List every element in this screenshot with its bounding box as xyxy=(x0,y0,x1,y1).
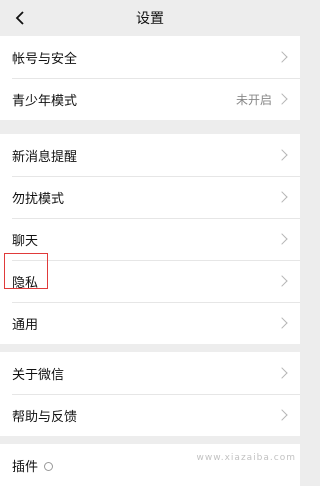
chevron-right-icon xyxy=(276,51,288,63)
settings-item-general[interactable]: 通用 xyxy=(0,302,300,344)
settings-item-label: 隐私 xyxy=(12,275,39,291)
navigation-bar: 设置 xyxy=(0,0,300,36)
settings-item-label: 青少年模式 xyxy=(12,93,78,109)
settings-item-chat[interactable]: 聊天 xyxy=(0,218,300,260)
settings-item-label: 通用 xyxy=(12,317,39,333)
chevron-right-icon xyxy=(276,233,288,245)
page-title: 设置 xyxy=(136,11,164,27)
settings-item-plugins[interactable]: 插件 xyxy=(0,444,300,486)
settings-item-label: 新消息提醒 xyxy=(12,149,78,165)
watermark: www.xiazaiba.com xyxy=(196,453,296,463)
settings-item-notifications[interactable]: 新消息提醒 xyxy=(0,134,300,176)
settings-item-label: 勿扰模式 xyxy=(12,191,65,207)
chevron-right-icon xyxy=(276,191,288,203)
settings-item-label: 帐号与安全 xyxy=(12,51,78,67)
settings-group-plugins: 插件 xyxy=(0,444,300,486)
settings-item-label: 关于微信 xyxy=(12,367,65,383)
settings-group-account: 帐号与安全 青少年模式 未开启 xyxy=(0,36,300,120)
settings-item-privacy[interactable]: 隐私 xyxy=(0,260,300,302)
settings-item-value: 未开启 xyxy=(235,92,272,107)
settings-item-help-feedback[interactable]: 帮助与反馈 xyxy=(0,394,300,436)
settings-item-label: 帮助与反馈 xyxy=(12,409,78,425)
chevron-right-icon xyxy=(276,93,288,105)
chevron-right-icon xyxy=(276,275,288,287)
plugin-dot-icon xyxy=(44,461,54,471)
settings-item-account-security[interactable]: 帐号与安全 xyxy=(0,36,300,78)
chevron-right-icon xyxy=(276,409,288,421)
chevron-right-icon xyxy=(276,317,288,329)
settings-item-do-not-disturb[interactable]: 勿扰模式 xyxy=(0,176,300,218)
settings-item-about-wechat[interactable]: 关于微信 xyxy=(0,352,300,394)
settings-item-teen-mode[interactable]: 青少年模式 未开启 xyxy=(0,78,300,120)
back-icon[interactable] xyxy=(10,8,30,28)
settings-group-general: 新消息提醒 勿扰模式 聊天 隐私 通用 xyxy=(0,134,300,344)
plugins-label: 插件 xyxy=(12,459,39,475)
settings-item-label: 聊天 xyxy=(12,233,39,249)
chevron-right-icon xyxy=(276,367,288,379)
chevron-right-icon xyxy=(276,149,288,161)
settings-group-about: 关于微信 帮助与反馈 xyxy=(0,352,300,436)
